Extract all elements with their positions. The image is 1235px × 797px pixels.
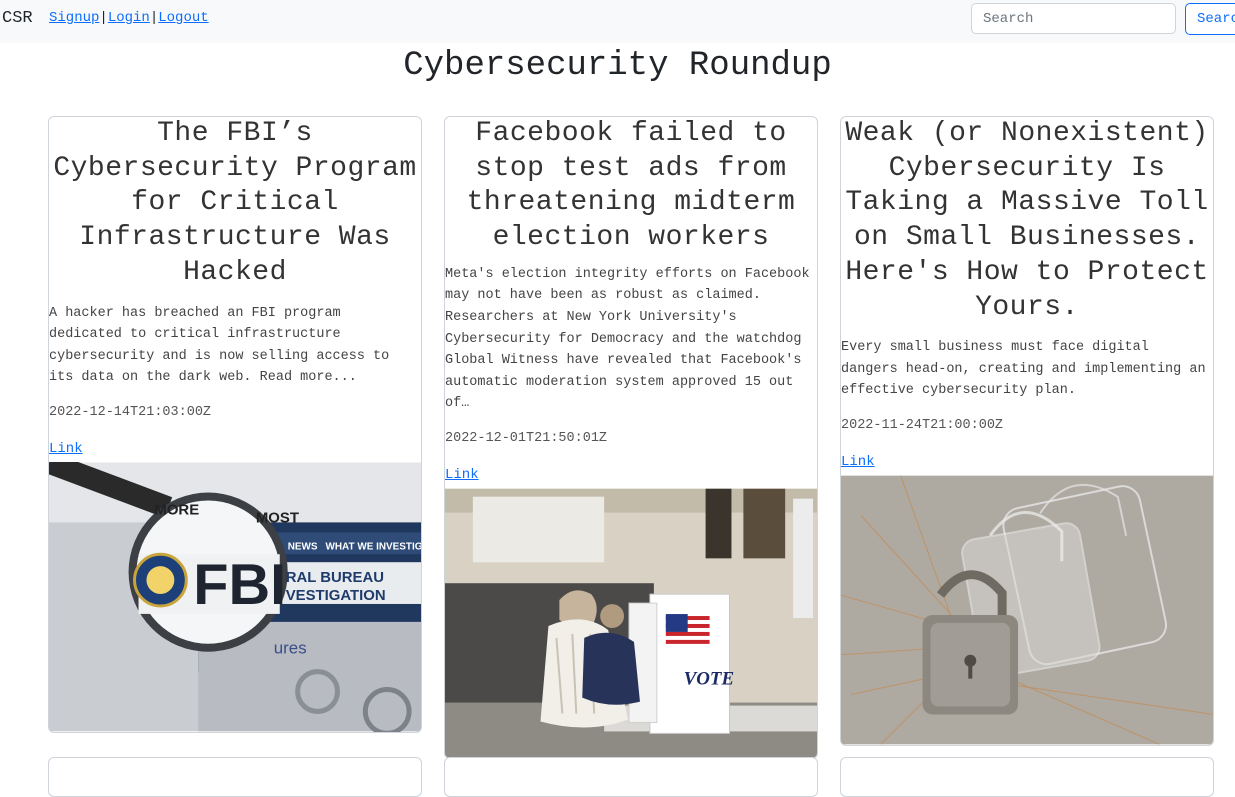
image-text: RAL BUREAU bbox=[286, 570, 384, 586]
article-title: Weak (or Nonexistent) Cybersecurity Is T… bbox=[845, 118, 1209, 323]
image-text: FBI bbox=[193, 553, 286, 617]
article-title: The FBI’s Cybersecurity Program for Crit… bbox=[53, 118, 417, 288]
article-link[interactable]: Link bbox=[841, 452, 1213, 472]
article-description: A hacker has breached an FBI program ded… bbox=[49, 305, 390, 386]
nav-links: Signup|Login|Logout bbox=[49, 10, 209, 26]
article-card: Facebook failed to stop test ads from th… bbox=[444, 116, 818, 759]
signup-link[interactable]: Signup bbox=[49, 10, 99, 26]
article-card bbox=[840, 757, 1214, 797]
nav-separator: | bbox=[149, 10, 159, 26]
digital-padlock-image[interactable] bbox=[841, 475, 1213, 745]
brand-logo[interactable]: CSR bbox=[2, 9, 33, 28]
login-link[interactable]: Login bbox=[108, 10, 150, 26]
nav-separator: | bbox=[99, 10, 108, 26]
fbi-website-magnifier-image[interactable]: MORE MOST FBI NEWS WHAT WE INVESTIGATE R… bbox=[49, 461, 421, 732]
article-date: 2022-12-01T21:50:01Z bbox=[445, 430, 608, 446]
article-card bbox=[48, 757, 422, 797]
article-link[interactable]: Link bbox=[445, 465, 817, 485]
search-input[interactable] bbox=[971, 3, 1176, 34]
logout-link[interactable]: Logout bbox=[158, 10, 208, 26]
search-button[interactable]: Search bbox=[1185, 3, 1235, 35]
image-text: MORE bbox=[154, 502, 199, 518]
article-title: Facebook failed to stop test ads from th… bbox=[466, 118, 796, 254]
image-text: WHAT WE INVESTIGATE bbox=[326, 541, 421, 552]
article-description: Every small business must face digital d… bbox=[841, 340, 1206, 399]
article-card: The FBI’s Cybersecurity Program for Crit… bbox=[48, 116, 422, 733]
article-description: Meta's election integrity efforts on Fac… bbox=[445, 266, 810, 412]
article-date: 2022-11-24T21:00:00Z bbox=[841, 418, 1004, 433]
image-text: VOTE bbox=[684, 669, 734, 690]
article-date: 2022-12-14T21:03:00Z bbox=[49, 404, 212, 420]
page-title: Cybersecurity Roundup bbox=[403, 47, 832, 85]
navbar: CSR Signup|Login|Logout Search bbox=[0, 0, 1235, 43]
image-text: NEWS bbox=[288, 541, 318, 552]
article-card bbox=[444, 757, 818, 797]
image-text: MOST bbox=[256, 510, 299, 526]
article-card: Weak (or Nonexistent) Cybersecurity Is T… bbox=[840, 116, 1214, 746]
image-text: VESTIGATION bbox=[286, 588, 386, 604]
voting-booth-image[interactable]: VOTE bbox=[445, 488, 817, 758]
article-link[interactable]: Link bbox=[49, 439, 421, 459]
image-text: ures bbox=[274, 639, 307, 658]
